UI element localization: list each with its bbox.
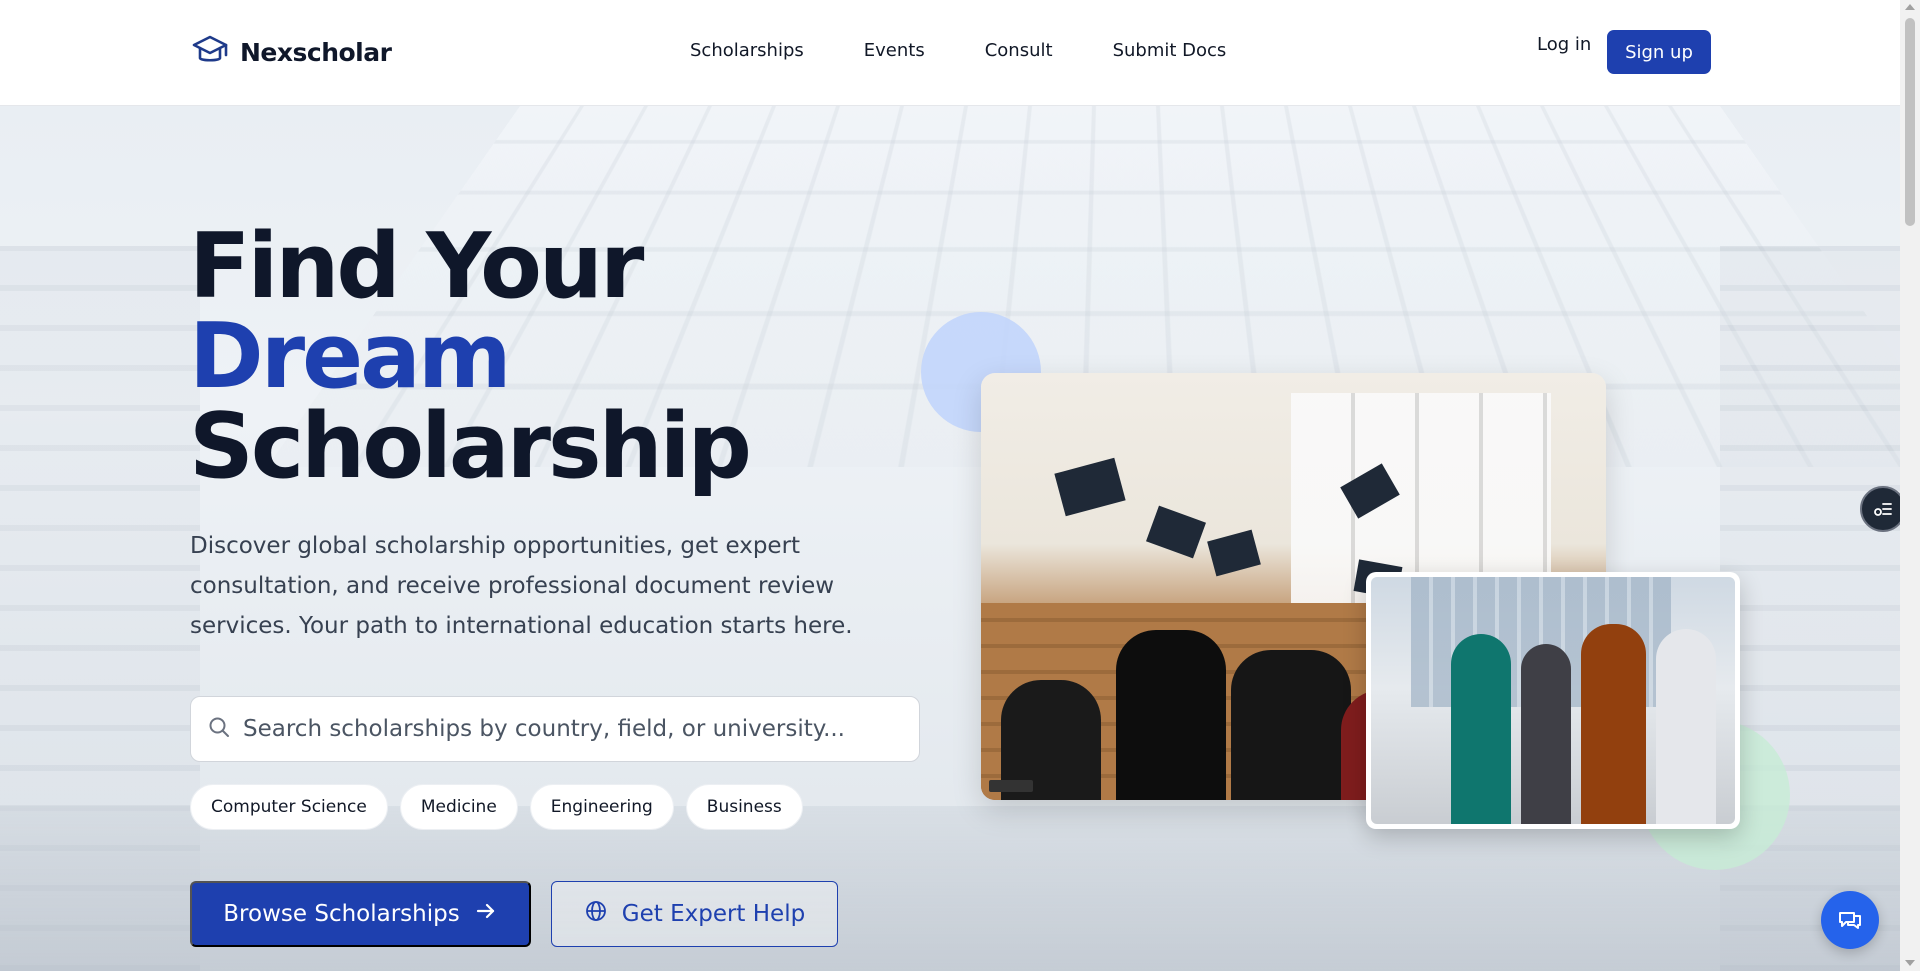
chip-engineering[interactable]: Engineering: [530, 784, 674, 830]
hero-title-accent: Dream: [189, 312, 749, 402]
nav-submit-docs[interactable]: Submit Docs: [1113, 40, 1227, 61]
browse-scholarships-button[interactable]: Browse Scholarships: [190, 881, 531, 947]
globe-icon: [584, 899, 608, 929]
login-link[interactable]: Log in: [1537, 34, 1591, 55]
search-input[interactable]: [243, 716, 893, 742]
search-icon: [207, 715, 231, 743]
hero-title: Find Your Dream Scholarship: [189, 222, 749, 492]
hero-title-line1: Find Your: [189, 222, 749, 312]
chip-computer-science[interactable]: Computer Science: [190, 784, 388, 830]
chat-bubbles-icon[interactable]: [1821, 891, 1879, 949]
browse-scholarships-label: Browse Scholarships: [223, 901, 459, 927]
search-box[interactable]: [190, 696, 920, 762]
scroll-down-arrow-icon[interactable]: [1905, 960, 1915, 966]
get-expert-help-label: Get Expert Help: [622, 901, 805, 927]
main-nav: Scholarships Events Consult Submit Docs: [690, 40, 1226, 61]
scrollbar-thumb[interactable]: [1905, 18, 1915, 226]
students-photo: [1366, 572, 1740, 829]
nav-events[interactable]: Events: [864, 40, 925, 61]
chip-business[interactable]: Business: [686, 784, 803, 830]
brand-name: Nexscholar: [240, 38, 391, 67]
signup-button[interactable]: Sign up: [1607, 30, 1711, 74]
site-header: Nexscholar Scholarships Events Consult S…: [0, 0, 1900, 106]
nav-scholarships[interactable]: Scholarships: [690, 40, 804, 61]
graduation-cap-icon: [190, 30, 230, 74]
nav-consult[interactable]: Consult: [985, 40, 1053, 61]
get-expert-help-button[interactable]: Get Expert Help: [551, 881, 838, 947]
hero-description: Discover global scholarship opportunitie…: [190, 526, 930, 646]
brand-logo[interactable]: Nexscholar: [190, 32, 391, 72]
arrow-right-icon: [474, 899, 498, 929]
scroll-up-arrow-icon[interactable]: [1905, 4, 1915, 10]
chip-medicine[interactable]: Medicine: [400, 784, 518, 830]
hero-title-line3: Scholarship: [189, 402, 749, 492]
category-chips: Computer Science Medicine Engineering Bu…: [190, 784, 803, 830]
